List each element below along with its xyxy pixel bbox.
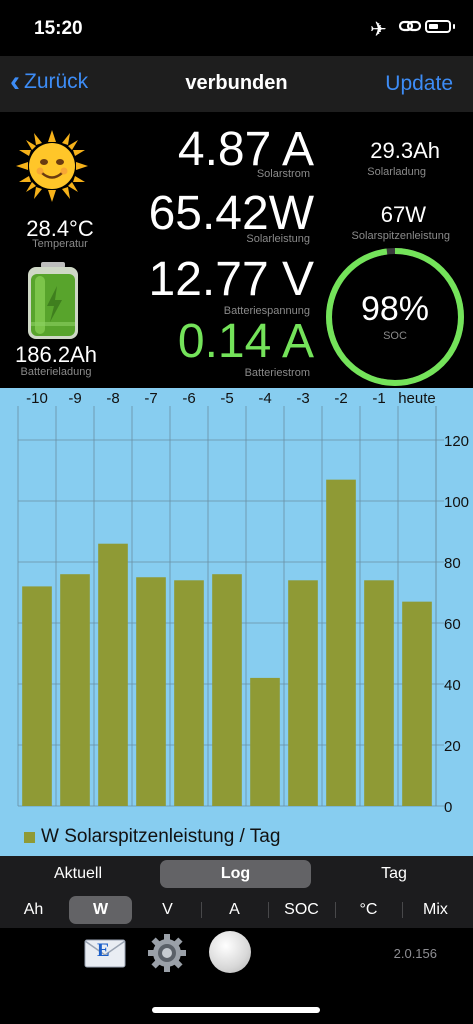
unit-tab-ah[interactable]: Ah — [2, 896, 65, 924]
y-tick-label: 80 — [444, 555, 461, 572]
airplane-icon: ✈ — [370, 19, 387, 41]
solar-peak-value: 67W — [380, 202, 426, 227]
back-button[interactable]: ‹ Zurück — [10, 65, 89, 98]
solar-charge-value: 29.3Ah — [370, 138, 440, 163]
solar-power-label: Solarleistung — [246, 233, 310, 245]
view-tabs: Aktuell Log Tag — [0, 856, 473, 892]
status-time: 15:20 — [34, 18, 83, 39]
chart-legend: W Solarspitzenleistung / Tag — [24, 826, 280, 848]
mail-icon[interactable]: E — [84, 937, 126, 974]
update-button[interactable]: Update — [385, 72, 453, 96]
gear-icon[interactable] — [147, 933, 187, 978]
x-tick-label: -4 — [258, 390, 271, 407]
back-label: Zurück — [24, 70, 89, 93]
dashboard: 28.4°C Temperatur 186.2Ah Batterieladung… — [0, 112, 473, 388]
y-tick-label: 40 — [444, 677, 461, 694]
soc-value: 98% — [360, 290, 430, 328]
tab-separator — [335, 902, 336, 918]
unit-tab-soc[interactable]: SOC — [270, 896, 333, 924]
chart-bar — [402, 601, 432, 806]
legend-label: W Solarspitzenleistung / Tag — [41, 826, 281, 847]
chart-bar — [364, 580, 394, 806]
bar-chart: 0 20 40 60 80 100 120 -10 -9 -8 -7 -6 -5 -4 -3 -2 -1 heut… — [17, 390, 469, 816]
solar-current-label: Solarstrom — [256, 168, 310, 180]
battery-nub — [453, 24, 455, 29]
tab-separator — [402, 902, 403, 918]
y-tick-label: 100 — [444, 494, 469, 511]
x-tick-label: -7 — [144, 390, 157, 407]
home-indicator[interactable] — [152, 1007, 320, 1013]
battery-voltage-value: 12.77 V — [148, 253, 314, 306]
x-tick-label: -1 — [372, 390, 385, 407]
y-tick-label: 0 — [444, 799, 452, 816]
battery-charge-value: 186.2Ah — [15, 342, 97, 367]
chart-bar — [326, 479, 356, 806]
y-tick-label: 60 — [444, 616, 461, 633]
soc-label: SOC — [383, 330, 407, 342]
battery-current-value: 0.14 A — [177, 315, 314, 368]
version-label: 2.0.156 — [393, 946, 437, 961]
sun-icon — [14, 128, 90, 209]
chart-bar — [250, 677, 280, 806]
chart-bar — [60, 574, 90, 806]
battery-charge-icon — [26, 262, 80, 345]
x-tick-label: -8 — [106, 390, 119, 407]
battery-icon — [425, 20, 451, 33]
tab-tag[interactable]: Tag — [318, 860, 470, 888]
x-tick-label: -5 — [220, 390, 233, 407]
x-tick-label: -10 — [26, 390, 48, 407]
chart-bar — [288, 580, 318, 806]
x-tick-label: heute — [398, 390, 436, 407]
record-button[interactable] — [209, 931, 251, 973]
chevron-left-icon: ‹ — [10, 65, 20, 98]
solar-current-value: 4.87 A — [177, 123, 314, 176]
temperature-label: Temperatur — [32, 238, 88, 250]
solar-peak-label: Solarspitzenleistung — [351, 230, 450, 242]
solar-power-value: 65.42W — [148, 187, 314, 240]
tab-log[interactable]: Log — [160, 860, 311, 888]
unit-tab-v[interactable]: V — [136, 896, 199, 924]
unit-tab-mix[interactable]: Mix — [404, 896, 467, 924]
unit-tab-a[interactable]: A — [203, 896, 266, 924]
tab-separator — [201, 902, 202, 918]
chart-bar — [212, 574, 242, 806]
solar-charge-label: Solarladung — [367, 166, 426, 178]
unit-tab-degc[interactable]: °C — [337, 896, 400, 924]
y-tick-label: 20 — [444, 738, 461, 755]
nav-bar: verbunden ‹ Zurück Update — [0, 56, 473, 112]
unit-tabs: Ah W V A SOC °C Mix — [0, 892, 473, 928]
x-tick-label: -2 — [334, 390, 347, 407]
x-tick-label: -9 — [68, 390, 81, 407]
x-tick-label: -3 — [296, 390, 309, 407]
chart-bar — [98, 543, 128, 806]
tab-aktuell[interactable]: Aktuell — [8, 860, 148, 888]
tab-separator — [268, 902, 269, 918]
x-tick-label: -6 — [182, 390, 195, 407]
link-icon — [398, 16, 422, 42]
status-bar: 15:20 ✈ — [0, 0, 473, 56]
legend-swatch — [24, 831, 35, 843]
chart-bar — [22, 586, 52, 806]
chart-bar — [136, 577, 166, 806]
mail-letter: E — [97, 940, 110, 961]
soc-gauge: 98% SOC — [324, 246, 466, 388]
unit-tab-w[interactable]: W — [69, 896, 132, 924]
battery-current-label: Batteriestrom — [244, 367, 310, 379]
chart-bar — [174, 580, 204, 806]
y-tick-label: 120 — [444, 433, 469, 450]
chart-panel: 0 20 40 60 80 100 120 -10 -9 -8 -7 -6 -5 -4 -3 -2 -1 heut… — [0, 388, 473, 856]
battery-charge-label: Batterieladung — [20, 366, 92, 378]
